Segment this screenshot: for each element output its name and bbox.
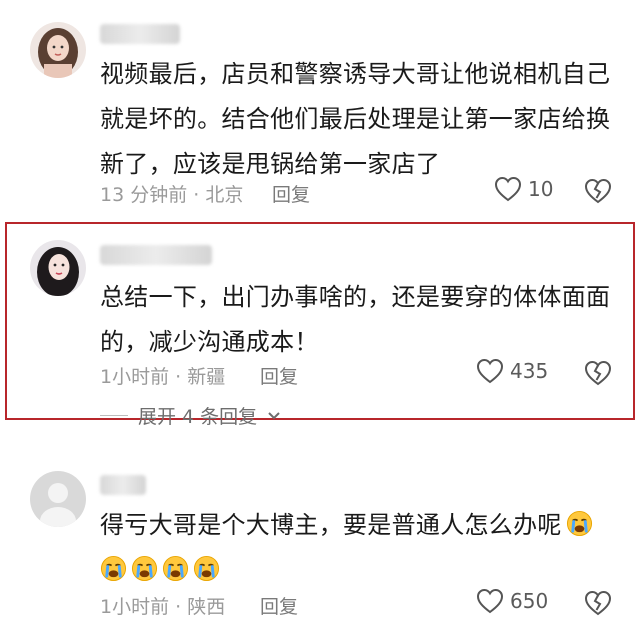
comment-item: 总结一下，出门办事啥的，还是要穿的体体面面的，减少沟通成本！ 1小时前 · 新疆… (0, 215, 640, 455)
chevron-down-icon (268, 411, 280, 419)
like-button[interactable]: 650 (476, 588, 548, 614)
expand-divider (100, 415, 128, 416)
comment-meta: 1小时前 · 陕西 (100, 592, 225, 619)
dislike-button[interactable] (584, 178, 612, 208)
comment-time: 1小时前 (100, 366, 170, 388)
comment-text-body: 得亏大哥是个大博主，要是普通人怎么办呢 (100, 511, 562, 539)
avatar[interactable] (30, 240, 86, 296)
crying-face-icon (162, 552, 189, 582)
broken-heart-icon (584, 590, 612, 616)
comment-location: 陕西 (187, 596, 226, 618)
comment-time: 13 分钟前 (100, 184, 188, 206)
crying-face-icon (131, 552, 158, 582)
comment-meta: 13 分钟前 · 北京 (100, 180, 243, 207)
meta-separator: · (175, 366, 182, 388)
comment-text: 视频最后，店员和警察诱导大哥让他说相机自己就是坏的。结合他们最后处理是让第一家店… (100, 60, 611, 178)
reply-button[interactable]: 回复 (260, 592, 298, 619)
avatar[interactable] (30, 22, 86, 78)
like-count: 10 (528, 177, 554, 201)
like-button[interactable]: 435 (476, 358, 548, 384)
heart-outline-icon (476, 358, 504, 384)
dislike-button[interactable] (584, 360, 612, 390)
comment-time: 1小时前 (100, 596, 170, 618)
crying-face-icon (566, 507, 593, 537)
expand-replies-label: 展开 4 条回复 (138, 406, 258, 428)
comment-text: 得亏大哥是个大博主，要是普通人怎么办呢 (100, 503, 620, 593)
comment-item: 视频最后，店员和警察诱导大哥让他说相机自己就是坏的。结合他们最后处理是让第一家店… (0, 0, 640, 215)
like-count: 435 (510, 359, 549, 383)
comment-meta: 1小时前 · 新疆 (100, 362, 225, 389)
like-button[interactable]: 10 (494, 176, 553, 202)
broken-heart-icon (584, 360, 612, 386)
username-blurred[interactable] (100, 24, 180, 44)
expand-replies-button[interactable]: 展开 4 条回复 (100, 402, 281, 429)
dislike-button[interactable] (584, 590, 612, 620)
broken-heart-icon (584, 178, 612, 204)
comment-text: 总结一下，出门办事啥的，还是要穿的体体面面的，减少沟通成本！ (100, 283, 611, 356)
crying-face-icon (193, 552, 220, 582)
heart-outline-icon (476, 588, 504, 614)
like-count: 650 (510, 589, 549, 613)
comment-location: 北京 (205, 184, 244, 206)
comment-location: 新疆 (187, 366, 226, 388)
username-blurred[interactable] (100, 245, 212, 265)
reply-button[interactable]: 回复 (272, 180, 310, 207)
reply-button[interactable]: 回复 (260, 362, 298, 389)
avatar[interactable] (30, 471, 86, 527)
crying-face-icon (100, 552, 127, 582)
comment-item: 得亏大哥是个大博主，要是普通人怎么办呢 1小时前 · 陕西 回复 650 (0, 455, 640, 618)
heart-outline-icon (494, 176, 522, 202)
meta-separator: · (175, 596, 182, 618)
meta-separator: · (193, 184, 200, 206)
username-blurred[interactable] (100, 475, 146, 495)
